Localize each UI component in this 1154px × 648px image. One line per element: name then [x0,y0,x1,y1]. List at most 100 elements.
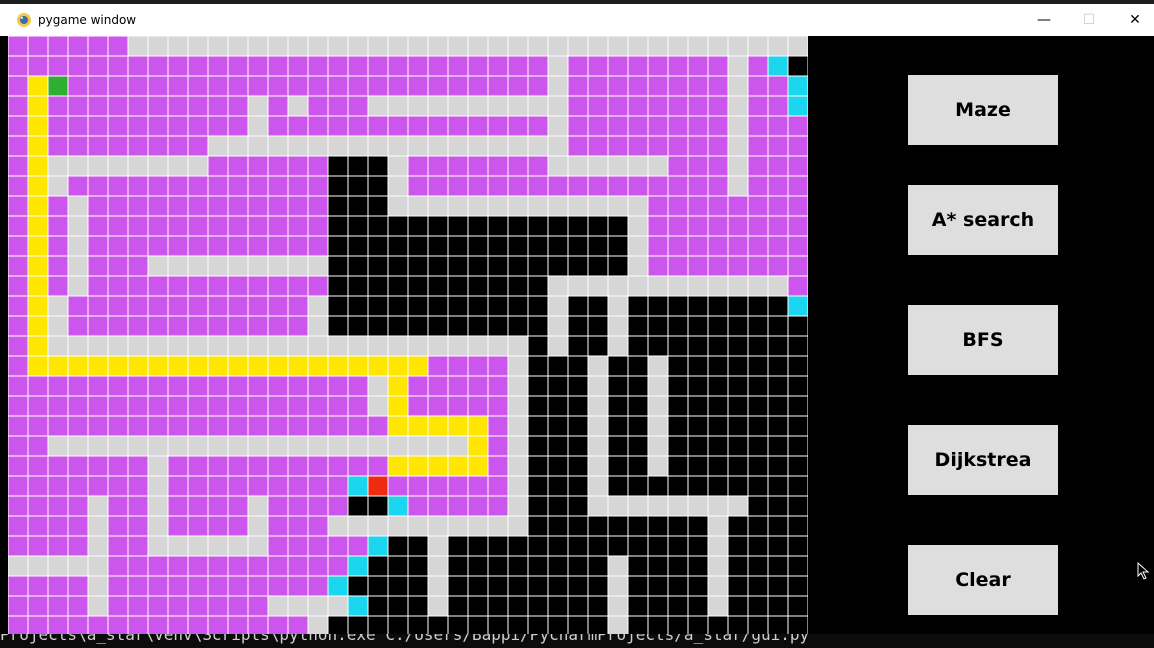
visited-cell[interactable] [787,215,808,237]
open-cell[interactable] [787,36,808,57]
open-cell[interactable] [347,335,369,357]
wall-cell[interactable] [567,255,589,277]
visited-cell[interactable] [8,195,29,217]
open-cell[interactable] [667,275,689,297]
visited-cell[interactable] [127,615,149,634]
open-cell[interactable] [187,255,209,277]
visited-cell[interactable] [47,255,69,277]
visited-cell[interactable] [747,195,769,217]
visited-cell[interactable] [27,36,49,57]
open-cell[interactable] [327,36,349,57]
visited-cell[interactable] [247,615,269,634]
wall-cell[interactable] [367,555,389,577]
open-cell[interactable] [547,195,569,217]
wall-cell[interactable] [347,615,369,634]
wall-cell[interactable] [527,455,549,477]
open-cell[interactable] [147,455,169,477]
visited-cell[interactable] [147,235,169,257]
visited-cell[interactable] [127,135,149,157]
frontier-cell[interactable] [347,595,369,617]
frontier-cell[interactable] [347,475,369,497]
frontier-cell[interactable] [347,555,369,577]
close-button[interactable]: ✕ [1112,4,1154,36]
open-cell[interactable] [127,435,149,457]
open-cell[interactable] [647,395,669,417]
maze-grid[interactable] [8,36,808,634]
wall-cell[interactable] [527,295,549,317]
wall-cell[interactable] [447,595,469,617]
open-cell[interactable] [147,535,169,557]
open-cell[interactable] [247,515,269,537]
open-cell[interactable] [287,95,309,117]
path-cell[interactable] [427,455,449,477]
open-cell[interactable] [507,495,529,517]
visited-cell[interactable] [227,55,249,77]
visited-cell[interactable] [187,615,209,634]
open-cell[interactable] [507,475,529,497]
open-cell[interactable] [607,615,629,634]
visited-cell[interactable] [107,275,129,297]
visited-cell[interactable] [627,135,649,157]
wall-cell[interactable] [727,315,749,337]
path-cell[interactable] [27,115,49,137]
visited-cell[interactable] [327,395,349,417]
maze-button[interactable]: Maze [908,75,1058,145]
wall-cell[interactable] [607,395,629,417]
visited-cell[interactable] [667,115,689,137]
wall-cell[interactable] [787,535,808,557]
visited-cell[interactable] [27,575,49,597]
wall-cell[interactable] [487,295,509,317]
wall-cell[interactable] [567,335,589,357]
visited-cell[interactable] [227,155,249,177]
visited-cell[interactable] [127,275,149,297]
visited-cell[interactable] [487,115,509,137]
wall-cell[interactable] [627,615,649,634]
wall-cell[interactable] [667,455,689,477]
visited-cell[interactable] [227,215,249,237]
wall-cell[interactable] [527,395,549,417]
open-cell[interactable] [287,135,309,157]
open-cell[interactable] [487,135,509,157]
visited-cell[interactable] [767,155,789,177]
wall-cell[interactable] [507,555,529,577]
visited-cell[interactable] [287,175,309,197]
visited-cell[interactable] [467,55,489,77]
visited-cell[interactable] [707,95,729,117]
open-cell[interactable] [447,95,469,117]
visited-cell[interactable] [307,535,329,557]
visited-cell[interactable] [707,115,729,137]
wall-cell[interactable] [667,415,689,437]
visited-cell[interactable] [227,555,249,577]
wall-cell[interactable] [527,575,549,597]
visited-cell[interactable] [247,315,269,337]
visited-cell[interactable] [147,195,169,217]
visited-cell[interactable] [287,295,309,317]
wall-cell[interactable] [407,535,429,557]
open-cell[interactable] [447,36,469,57]
wall-cell[interactable] [767,375,789,397]
wall-cell[interactable] [587,315,609,337]
wall-cell[interactable] [387,295,409,317]
visited-cell[interactable] [67,575,89,597]
wall-cell[interactable] [347,195,369,217]
visited-cell[interactable] [127,95,149,117]
visited-cell[interactable] [207,295,229,317]
wall-cell[interactable] [327,155,349,177]
wall-cell[interactable] [727,455,749,477]
visited-cell[interactable] [107,595,129,617]
visited-cell[interactable] [267,475,289,497]
visited-cell[interactable] [107,415,129,437]
wall-cell[interactable] [567,395,589,417]
path-cell[interactable] [427,415,449,437]
open-cell[interactable] [247,95,269,117]
visited-cell[interactable] [287,575,309,597]
wall-cell[interactable] [347,175,369,197]
visited-cell[interactable] [67,375,89,397]
visited-cell[interactable] [47,95,69,117]
visited-cell[interactable] [647,95,669,117]
visited-cell[interactable] [267,235,289,257]
visited-cell[interactable] [227,395,249,417]
visited-cell[interactable] [787,275,808,297]
wall-cell[interactable] [627,515,649,537]
open-cell[interactable] [707,555,729,577]
